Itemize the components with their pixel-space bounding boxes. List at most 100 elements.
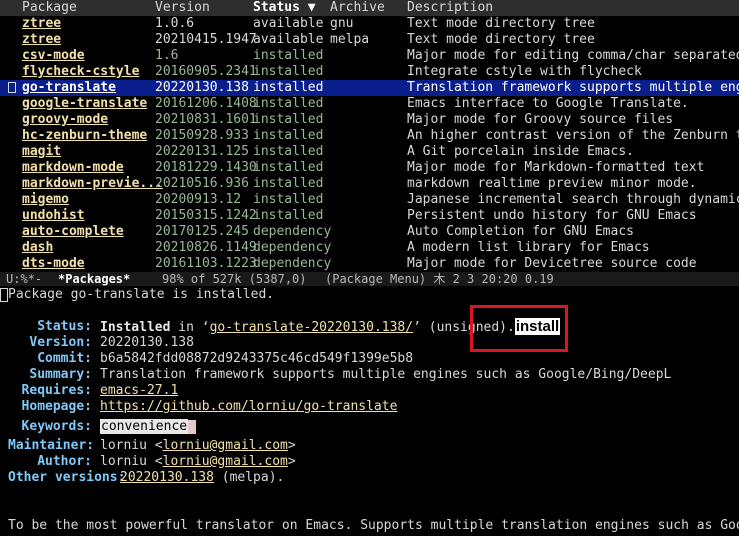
package-description: Major mode for Groovy source files	[407, 112, 674, 127]
package-version: 20220130.138	[155, 80, 249, 95]
package-status: installed	[253, 160, 324, 175]
package-version: 20220131.125	[155, 144, 249, 159]
package-row[interactable]: go-translate 20220130.138 installed Transla…	[0, 80, 739, 96]
column-status[interactable]: Status ▼	[253, 0, 316, 16]
maintainer-email-link[interactable]: lorniu@gmail.com	[163, 438, 288, 453]
package-description: A Git porcelain inside Emacs.	[407, 144, 634, 159]
package-status: installed	[253, 48, 324, 63]
package-version: 20181229.1430	[155, 160, 257, 175]
requires-link[interactable]: emacs-27.1	[100, 383, 178, 399]
package-version: 20150928.933	[155, 128, 249, 143]
package-row[interactable]: ztree 1.0.6 available gnu Text mode director…	[0, 16, 739, 32]
modeline-buffer-name: *Packages*	[58, 272, 131, 286]
package-description: Integrate cstyle with flycheck	[407, 64, 642, 79]
package-status: installed	[253, 80, 324, 95]
modeline-mode: (Package Menu) 木 2 3 20:20 0.19	[325, 272, 554, 286]
package-name[interactable]: google-translate	[22, 96, 147, 112]
package-status: installed	[253, 96, 324, 111]
package-archive: melpa	[330, 32, 370, 47]
package-status: installed	[253, 128, 324, 143]
intro-line: Package go-translate is installed.	[0, 287, 274, 303]
package-row[interactable]: migemo 20200913.12 installed Japanese incre…	[0, 192, 739, 208]
package-version: 20210826.1149	[155, 240, 257, 255]
package-row[interactable]: magit 20220131.125 installed A Git porcelai…	[0, 144, 739, 160]
column-description[interactable]: Description	[407, 0, 493, 16]
row-cursor	[8, 82, 16, 93]
description-text: To be the most powerful translator on Em…	[8, 518, 739, 533]
package-row[interactable]: undohist 20150315.1242 installed Persistent…	[0, 208, 739, 224]
package-list-header: Package Version Status ▼ Archive Descrip…	[0, 0, 739, 16]
package-description: Text mode directory tree	[407, 32, 595, 47]
package-name[interactable]: dts-mode	[22, 256, 85, 272]
homepage-link[interactable]: https://github.com/lorniu/go-translate	[100, 399, 397, 415]
status-installed: Installed	[100, 320, 171, 335]
package-row[interactable]: flycheck-cstyle 20160905.2341 installed Int…	[0, 64, 739, 80]
package-row[interactable]: google-translate 20161206.1408 installed Em…	[0, 96, 739, 112]
other-version-link[interactable]: 20220130.138	[120, 470, 214, 485]
package-row[interactable]: dts-mode 20161103.1223 dependency Major mod…	[0, 256, 739, 272]
package-row[interactable]: hc-zenburn-theme 20150928.933 installed An …	[0, 128, 739, 144]
package-name[interactable]: ztree	[22, 16, 61, 32]
package-name[interactable]: hc-zenburn-theme	[22, 128, 147, 144]
package-name[interactable]: magit	[22, 144, 61, 160]
column-archive[interactable]: Archive	[330, 0, 385, 16]
package-name[interactable]: markdown-previe...	[22, 176, 163, 192]
package-status: available	[253, 16, 324, 31]
package-description: Auto Completion for GNU Emacs	[407, 224, 634, 239]
package-name[interactable]: auto-complete	[22, 224, 124, 240]
package-name[interactable]: csv-mode	[22, 48, 85, 64]
package-version: 1.0.6	[155, 16, 195, 31]
package-description: An higher contrast version of the Zenbur…	[407, 128, 739, 143]
package-name[interactable]: migemo	[22, 192, 69, 208]
keyword-button[interactable]: convenience	[100, 419, 189, 434]
package-description: A modern list library for Emacs	[407, 240, 650, 255]
package-status: installed	[253, 192, 324, 207]
column-version[interactable]: Version	[155, 0, 210, 16]
package-name[interactable]: dash	[22, 240, 53, 256]
package-name[interactable]: go-translate	[22, 80, 116, 96]
package-row[interactable]: auto-complete 20170125.245 dependency Auto …	[0, 224, 739, 240]
package-version: 20210415.1947	[155, 32, 257, 47]
package-directory-link[interactable]: go-translate-20220130.138/	[210, 320, 414, 335]
package-version: 20161206.1408	[155, 96, 257, 111]
package-version: 20161103.1223	[155, 256, 257, 271]
package-row[interactable]: markdown-mode 20181229.1430 installed Major…	[0, 160, 739, 176]
package-status: installed	[253, 176, 324, 191]
package-row[interactable]: csv-mode 1.6 installed Major mode for editi…	[0, 48, 739, 64]
package-description-buffer: Package go-translate is installed. Statu…	[0, 286, 739, 536]
modeline-position: 98% of 527k (5387,0)	[162, 272, 307, 286]
package-row[interactable]: dash 20210826.1149 dependency A modern list…	[0, 240, 739, 256]
package-description: Text mode directory tree	[407, 16, 595, 31]
status-line: Status: Installed in ‘go-translate-20220…	[0, 318, 739, 335]
package-description: Major mode for Devicetree source code	[407, 256, 697, 271]
package-row[interactable]: groovy-mode 20210831.1601 installed Major m…	[0, 112, 739, 128]
package-status: available	[253, 32, 324, 47]
package-status: dependency	[253, 256, 332, 271]
package-version: 20210831.1601	[155, 112, 257, 127]
package-version: 20210516.936	[155, 176, 249, 191]
column-package[interactable]: Package	[22, 0, 77, 16]
author-email-link[interactable]: lorniu@gmail.com	[163, 454, 288, 469]
package-version: 20160905.2341	[155, 64, 257, 79]
status-label: Status:	[37, 319, 92, 334]
package-status: installed	[253, 112, 324, 127]
package-status: dependency	[253, 224, 332, 239]
package-description: Major mode for Markdown-formatted text	[407, 160, 705, 175]
package-row[interactable]: markdown-previe... 20210516.936 installed m…	[0, 176, 739, 192]
package-name[interactable]: markdown-mode	[22, 160, 124, 176]
package-description: Japanese incremental search through dyna…	[407, 192, 739, 207]
package-list[interactable]: ztree 1.0.6 available gnu Text mode director…	[0, 16, 739, 272]
package-name[interactable]: undohist	[22, 208, 85, 224]
package-version: 1.6	[155, 48, 179, 63]
package-version: 20150315.1242	[155, 208, 257, 223]
package-row[interactable]: ztree 20210415.1947 available melpa Text mod…	[0, 32, 739, 48]
package-name[interactable]: flycheck-cstyle	[22, 64, 139, 80]
package-name[interactable]: groovy-mode	[22, 112, 108, 128]
summary-value: Translation framework supports multiple …	[100, 367, 672, 382]
package-version: 20200913.12	[155, 192, 242, 207]
package-name[interactable]: ztree	[22, 32, 61, 48]
package-status: installed	[253, 144, 324, 159]
package-description: markdown realtime preview minor mode.	[407, 176, 697, 191]
package-version: 20170125.245	[155, 224, 249, 239]
package-description: Emacs interface to Google Translate.	[407, 96, 689, 111]
